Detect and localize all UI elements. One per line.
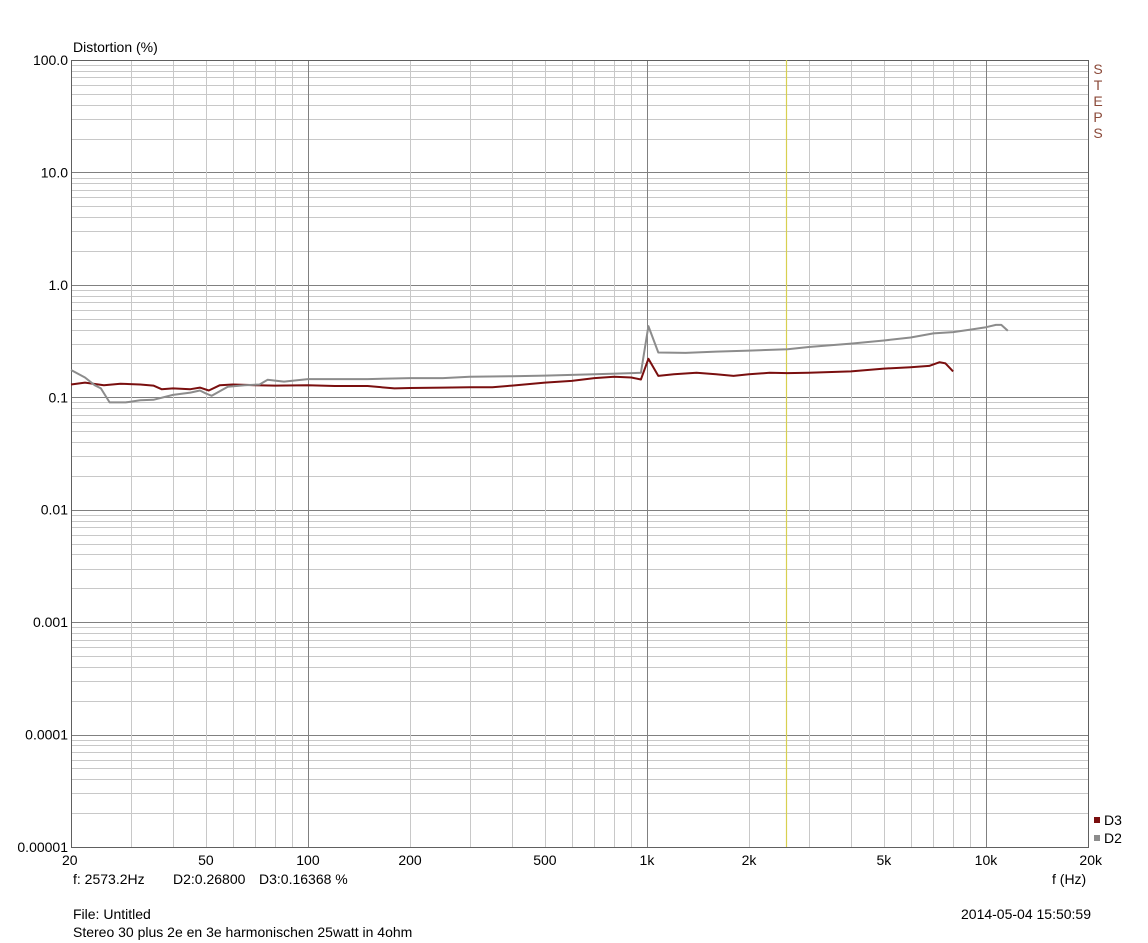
brand-letter: T [1093, 77, 1103, 93]
readout-d2: D2:0.26800 [173, 871, 246, 887]
brand-letter: P [1093, 109, 1103, 125]
brand-letter: E [1093, 93, 1103, 109]
brand-logo: S T E P S [1089, 61, 1107, 141]
x-tick-label: 200 [398, 852, 422, 868]
distortion-chart: 100.0 10.0 1.0 0.1 0.01 0.001 0.0001 0.0000120 5… [17, 52, 1103, 868]
x-axis-title: f (Hz) [1052, 871, 1087, 887]
y-tick-label: 0.00001 [17, 839, 68, 855]
brand-letter: S [1093, 125, 1103, 141]
readout-frequency: f: 2573.2Hz [73, 871, 145, 887]
x-tick-label: 5k [877, 852, 893, 868]
y-tick-label: 100.0 [33, 52, 68, 68]
legend-label-d2: D2 [1104, 830, 1122, 846]
x-tick-label: 20k [1079, 852, 1103, 868]
legend-swatch-d2 [1094, 835, 1100, 841]
y-tick-label: 10.0 [41, 164, 68, 180]
y-tick-label: 0.001 [33, 614, 68, 630]
brand-letter: S [1093, 61, 1103, 77]
y-axis-title: Distortion (%) [73, 39, 158, 55]
legend-label-d3: D3 [1104, 812, 1122, 828]
timestamp: 2014-05-04 15:50:59 [961, 906, 1091, 922]
x-tick-label: 50 [198, 852, 214, 868]
x-tick-label: 10k [975, 852, 999, 868]
measurement-description: Stereo 30 plus 2e en 3e harmonischen 25w… [73, 924, 413, 940]
legend-item-d2[interactable]: D2 [1094, 830, 1122, 846]
x-tick-label: 2k [742, 852, 758, 868]
y-tick-label: 1.0 [49, 277, 69, 293]
y-tick-label: 0.0001 [25, 727, 68, 743]
x-tick-label: 20 [62, 852, 78, 868]
x-tick-label: 100 [296, 852, 320, 868]
y-tick-label: 0.01 [41, 502, 68, 518]
file-name: File: Untitled [73, 906, 151, 922]
legend-item-d3[interactable]: D3 [1094, 812, 1122, 828]
x-tick-label: 1k [640, 852, 656, 868]
y-tick-label: 0.1 [49, 389, 69, 405]
x-tick-label: 500 [533, 852, 557, 868]
readout-d3: D3:0.16368 % [259, 871, 348, 887]
legend-swatch-d3 [1094, 817, 1100, 823]
cursor-readout: f: 2573.2Hz D2:0.26800 D3:0.16368 % [73, 871, 348, 887]
